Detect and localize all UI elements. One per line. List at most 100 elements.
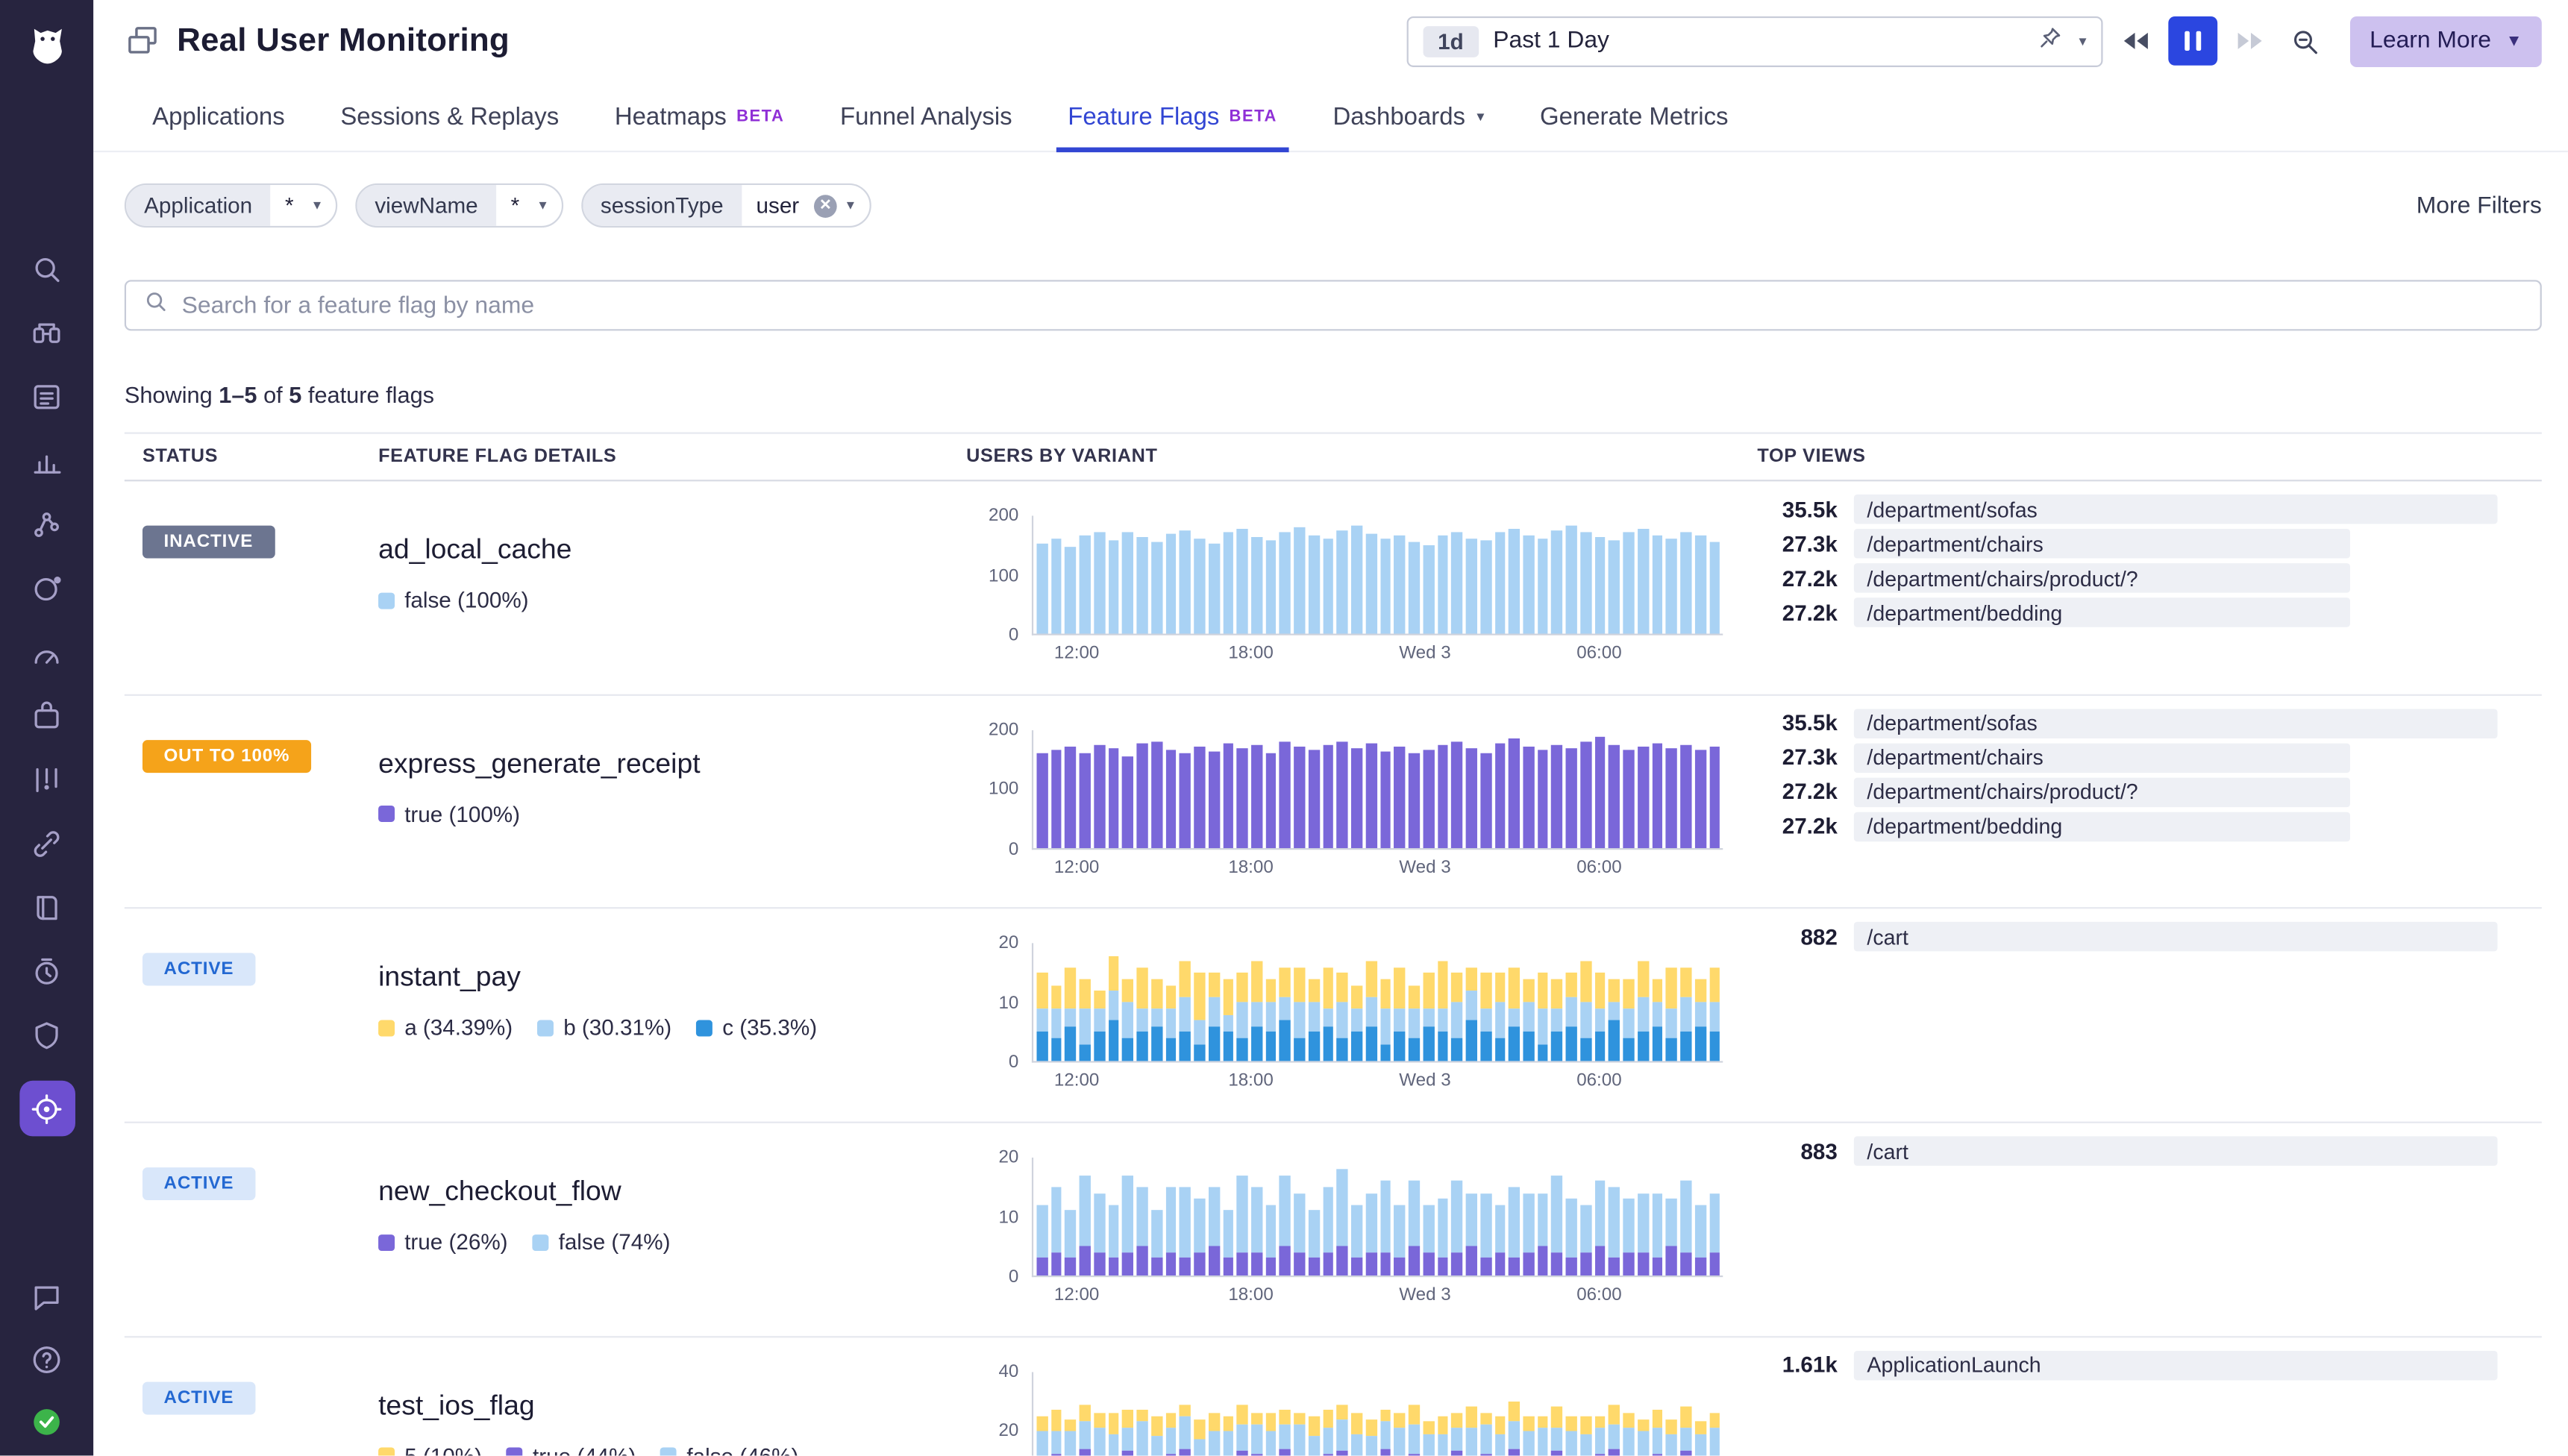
bar xyxy=(1165,1372,1177,1455)
help-icon[interactable] xyxy=(19,1341,75,1377)
view-bar: /department/chairs xyxy=(1854,743,2349,773)
zoom-out-icon[interactable] xyxy=(2290,25,2321,57)
view-bar: /department/bedding xyxy=(1854,812,2349,841)
datadog-status-icon[interactable] xyxy=(19,1403,75,1439)
flag-name-link[interactable]: new_checkout_flow xyxy=(378,1176,966,1208)
top-view-row[interactable]: 35.5k/department/sofas xyxy=(1757,495,2497,524)
bar xyxy=(1466,1158,1477,1275)
synthetics-icon[interactable] xyxy=(19,570,75,606)
tab-generate-metrics[interactable]: Generate Metrics xyxy=(1512,82,1756,151)
support-chat-icon[interactable] xyxy=(19,1278,75,1314)
flag-name-link[interactable]: instant_pay xyxy=(378,961,966,994)
bar xyxy=(1223,1372,1234,1455)
y-tick-label: 10 xyxy=(998,1208,1018,1227)
view-count: 883 xyxy=(1757,1139,1838,1164)
time-range-selector[interactable]: 1d Past 1 Day ▾ xyxy=(1406,16,2102,66)
tab-funnel-analysis[interactable]: Funnel Analysis xyxy=(812,82,1040,151)
top-view-row[interactable]: 1.61kApplicationLaunch xyxy=(1757,1350,2497,1380)
skip-back-button[interactable] xyxy=(2119,25,2152,57)
bar xyxy=(1380,1372,1391,1455)
infrastructure-icon[interactable] xyxy=(19,314,75,350)
integrations-icon[interactable] xyxy=(19,697,75,733)
users-by-variant-chart: 0204012:0018:00Wed 306:00 xyxy=(966,1350,1757,1455)
top-view-row[interactable]: 883/cart xyxy=(1757,1137,2497,1167)
top-view-row[interactable]: 27.3k/department/chairs xyxy=(1757,743,2497,773)
flag-name-link[interactable]: test_ios_flag xyxy=(378,1390,966,1422)
clear-filter-icon[interactable]: ✕ xyxy=(814,185,842,226)
chevron-down-icon[interactable]: ▾ xyxy=(2079,32,2086,50)
chevron-down-icon[interactable]: ▾ xyxy=(842,185,868,226)
status-badge: ACTIVE xyxy=(143,1167,255,1200)
bar xyxy=(1638,1372,1649,1455)
bar xyxy=(1036,1372,1047,1455)
x-tick-label: 18:00 xyxy=(1228,858,1273,877)
datadog-logo-icon[interactable] xyxy=(14,11,80,77)
learn-more-button[interactable]: Learn More ▼ xyxy=(2350,16,2542,66)
bar xyxy=(1137,729,1148,847)
bar xyxy=(1209,944,1220,1061)
bar xyxy=(1051,1372,1062,1455)
tab-sessions-replays[interactable]: Sessions & Replays xyxy=(313,82,586,151)
apm-icon[interactable] xyxy=(19,506,75,542)
search-icon[interactable] xyxy=(19,251,75,286)
filter-viewname[interactable]: viewName*▾ xyxy=(355,183,563,228)
flag-name-link[interactable]: express_generate_receipt xyxy=(378,747,966,780)
tab-heatmaps[interactable]: HeatmapsBETA xyxy=(586,82,812,151)
legend-item: true (26%) xyxy=(378,1230,507,1255)
top-view-row[interactable]: 27.2k/department/bedding xyxy=(1757,812,2497,841)
bar xyxy=(1552,515,1563,633)
pin-icon[interactable] xyxy=(2038,24,2064,58)
top-view-row[interactable]: 35.5k/department/sofas xyxy=(1757,709,2497,738)
bar xyxy=(1351,1158,1362,1275)
pause-button[interactable] xyxy=(2168,16,2217,66)
bar xyxy=(1065,729,1077,847)
bar xyxy=(1580,1372,1591,1455)
bar xyxy=(1337,729,1348,847)
flag-name-link[interactable]: ad_local_cache xyxy=(378,534,966,567)
bar xyxy=(1494,1158,1506,1275)
bar xyxy=(1180,1372,1191,1455)
sidebar xyxy=(0,0,93,1455)
more-filters-button[interactable]: More Filters xyxy=(2417,192,2542,219)
bar xyxy=(1323,515,1334,633)
tab-applications[interactable]: Applications xyxy=(125,82,313,151)
top-view-row[interactable]: 27.2k/department/chairs/product/? xyxy=(1757,563,2497,593)
tab-feature-flags[interactable]: Feature FlagsBETA xyxy=(1040,82,1305,151)
bar xyxy=(1509,1158,1520,1275)
bar xyxy=(1337,1372,1348,1455)
tab-dashboards[interactable]: Dashboards▾ xyxy=(1305,82,1512,151)
filter-application[interactable]: Application*▾ xyxy=(125,183,337,228)
notebooks-icon[interactable] xyxy=(19,889,75,925)
view-path: /department/chairs/product/? xyxy=(1867,565,2138,590)
top-view-row[interactable]: 27.3k/department/chairs xyxy=(1757,529,2497,559)
chevron-down-icon[interactable]: ▾ xyxy=(534,185,561,226)
bar xyxy=(1194,1158,1205,1275)
top-view-row[interactable]: 882/cart xyxy=(1757,923,2497,953)
bar xyxy=(1180,944,1191,1061)
rum-icon[interactable] xyxy=(19,1081,75,1137)
service-catalog-icon[interactable] xyxy=(19,825,75,861)
bar xyxy=(1409,729,1420,847)
bar xyxy=(1594,1372,1606,1455)
variant-legend: true (26%)false (74%) xyxy=(378,1230,966,1255)
bar xyxy=(1180,515,1191,633)
filter-sessiontype[interactable]: sessionTypeuser✕▾ xyxy=(581,183,871,228)
top-view-row[interactable]: 27.2k/department/chairs/product/? xyxy=(1757,777,2497,807)
security-icon[interactable] xyxy=(19,1017,75,1052)
top-views-list: 1.61kApplicationLaunch xyxy=(1757,1350,2541,1455)
bar xyxy=(1480,1372,1491,1455)
legend-swatch xyxy=(660,1448,677,1455)
ci-pipelines-icon[interactable] xyxy=(19,762,75,797)
metrics-icon[interactable] xyxy=(19,442,75,478)
x-tick-label: 18:00 xyxy=(1228,1071,1273,1091)
skip-forward-button[interactable] xyxy=(2234,25,2267,57)
chevron-down-icon[interactable]: ▾ xyxy=(308,185,335,226)
dashboards-icon[interactable] xyxy=(19,634,75,670)
bar xyxy=(1036,729,1047,847)
top-view-row[interactable]: 27.2k/department/bedding xyxy=(1757,597,2497,627)
legend-swatch xyxy=(696,1020,713,1036)
logs-icon[interactable] xyxy=(19,378,75,414)
search-input[interactable] xyxy=(182,292,2524,318)
monitors-icon[interactable] xyxy=(19,953,75,989)
bar xyxy=(1080,729,1091,847)
